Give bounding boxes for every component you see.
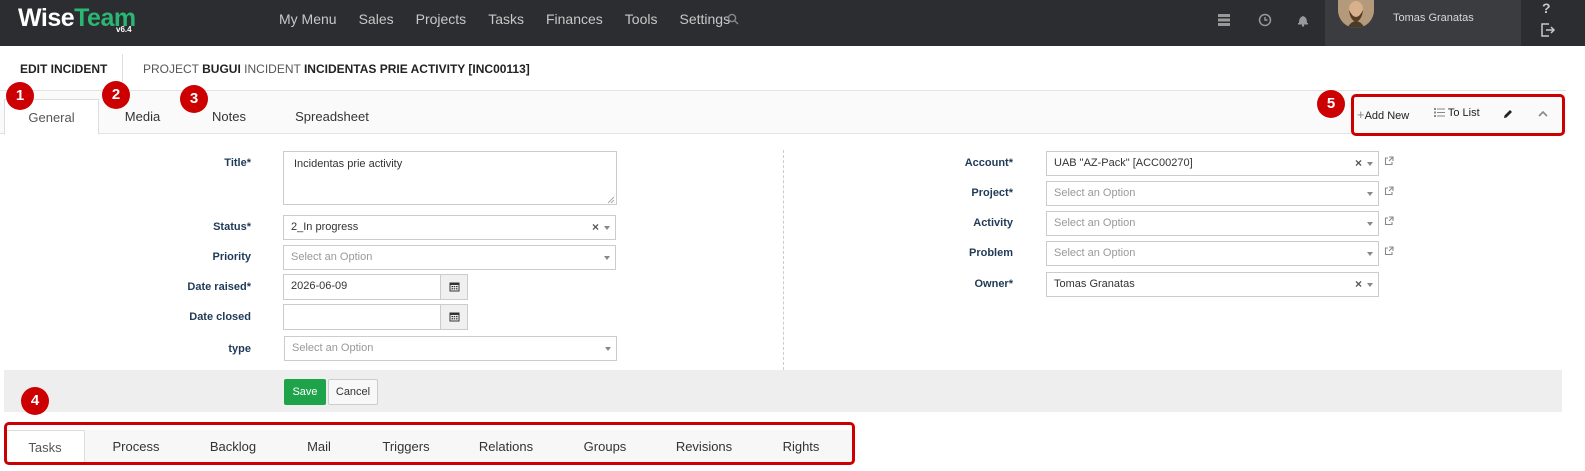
- date-raised-calendar-button[interactable]: [440, 274, 468, 300]
- date-closed-input[interactable]: [283, 304, 441, 330]
- date-raised-label: Date raised*: [187, 281, 251, 293]
- chevron-down-icon: [1367, 222, 1373, 226]
- logo-text-wise: Wise: [18, 4, 75, 32]
- activity-label: Activity: [973, 217, 1013, 229]
- open-external-icon[interactable]: [1384, 156, 1394, 166]
- chevron-down-icon: [1367, 283, 1373, 287]
- breadcrumb-incident-value: INCIDENTAS PRIE ACTIVITY [INC00113]: [303, 62, 530, 76]
- account-label: Account*: [964, 157, 1013, 169]
- activity-placeholder: Select an Option: [1054, 217, 1136, 229]
- clock-icon[interactable]: [1258, 13, 1272, 27]
- problem-label: Problem: [968, 247, 1013, 259]
- add-new-label: Add New: [1364, 110, 1410, 122]
- breadcrumb-incident-label: INCIDENT: [244, 62, 301, 76]
- owner-label: Owner*: [974, 278, 1013, 290]
- account-value: UAB "AZ-Pack" [ACC00270]: [1054, 157, 1193, 169]
- menu-tools[interactable]: Tools: [625, 11, 658, 27]
- title-textarea[interactable]: Incidentas prie activity: [283, 151, 617, 205]
- type-select[interactable]: Select an Option: [284, 336, 617, 361]
- breadcrumb-project-label: PROJECT: [143, 62, 199, 76]
- breadcrumb-project-value[interactable]: BUGUI: [202, 62, 241, 76]
- help-icon[interactable]: ?: [1542, 0, 1551, 16]
- column-divider: [783, 150, 784, 370]
- project-placeholder: Select an Option: [1054, 187, 1136, 199]
- chevron-down-icon: [1367, 162, 1373, 166]
- problem-select[interactable]: Select an Option: [1046, 241, 1379, 266]
- annotation-badge-3: 3: [180, 85, 208, 113]
- status-select[interactable]: 2_In progress ×: [283, 215, 616, 240]
- version-label: v6.4: [116, 25, 132, 34]
- annotation-badge-5: 5: [1317, 90, 1345, 118]
- calendar-icon: [449, 312, 460, 322]
- date-closed-calendar-button[interactable]: [440, 304, 468, 330]
- menu-my-menu[interactable]: My Menu: [279, 11, 337, 27]
- clear-icon[interactable]: ×: [1355, 273, 1362, 296]
- chevron-up-icon[interactable]: [1538, 110, 1548, 117]
- owner-value: Tomas Granatas: [1054, 278, 1135, 290]
- pencil-icon[interactable]: [1503, 109, 1513, 119]
- menu-settings[interactable]: Settings: [679, 11, 730, 27]
- owner-select[interactable]: Tomas Granatas ×: [1046, 272, 1379, 297]
- annotation-badge-1: 1: [6, 82, 34, 110]
- clear-icon[interactable]: ×: [592, 216, 599, 239]
- date-closed-label: Date closed: [189, 311, 251, 323]
- server-icon[interactable]: [1217, 13, 1231, 27]
- save-button[interactable]: Save: [284, 379, 326, 405]
- menu-projects[interactable]: Projects: [416, 11, 467, 27]
- chevron-down-icon: [1367, 252, 1373, 256]
- type-placeholder: Select an Option: [292, 342, 374, 354]
- annotation-badge-2: 2: [102, 81, 130, 109]
- top-navbar: WiseTeam v6.4 My Menu Sales Projects Tas…: [0, 0, 1585, 46]
- date-raised-input[interactable]: 2026-06-09: [283, 274, 441, 300]
- breadcrumb: PROJECT BUGUI INCIDENT INCIDENTAS PRIE A…: [143, 62, 530, 76]
- bell-icon[interactable]: [1296, 13, 1310, 27]
- priority-label: Priority: [212, 251, 251, 263]
- menu-tasks[interactable]: Tasks: [488, 11, 524, 27]
- menu-sales[interactable]: Sales: [359, 11, 394, 27]
- page-header: EDIT INCIDENT PROJECT BUGUI INCIDENT INC…: [0, 46, 1585, 90]
- status-label: Status*: [213, 221, 251, 233]
- clear-icon[interactable]: ×: [1355, 152, 1362, 175]
- open-external-icon[interactable]: [1384, 186, 1394, 196]
- tab-spreadsheet[interactable]: Spreadsheet: [284, 99, 380, 135]
- open-external-icon[interactable]: [1384, 216, 1394, 226]
- form-actions-bar: [4, 370, 1562, 412]
- cancel-button[interactable]: Cancel: [328, 379, 378, 405]
- project-label: Project*: [971, 187, 1013, 199]
- calendar-icon: [449, 282, 460, 292]
- chevron-down-icon: [1367, 192, 1373, 196]
- to-list-button[interactable]: To List: [1434, 107, 1480, 119]
- avatar: [1338, 0, 1374, 28]
- status-value: 2_In progress: [291, 221, 359, 233]
- chevron-down-icon: [604, 256, 610, 260]
- plus-icon: +: [1357, 107, 1365, 122]
- title-label: Title*: [224, 157, 251, 169]
- annotation-box-related-tabs: [4, 422, 855, 465]
- menu-finances[interactable]: Finances: [546, 11, 603, 27]
- logout-icon[interactable]: [1540, 22, 1556, 38]
- annotation-badge-4: 4: [21, 387, 49, 415]
- list-icon: [1434, 108, 1445, 117]
- user-menu[interactable]: Tomas Granatas: [1325, 0, 1521, 46]
- to-list-label: To List: [1447, 107, 1480, 119]
- page-title: EDIT INCIDENT: [20, 62, 108, 76]
- priority-placeholder: Select an Option: [291, 251, 373, 263]
- resize-handle-icon[interactable]: [607, 196, 615, 204]
- main-menu: My Menu Sales Projects Tasks Finances To…: [279, 11, 752, 27]
- chevron-down-icon: [605, 347, 611, 351]
- type-label: type: [228, 343, 251, 355]
- project-select[interactable]: Select an Option: [1046, 181, 1379, 206]
- header-divider: [122, 54, 123, 82]
- open-external-icon[interactable]: [1384, 246, 1394, 256]
- problem-placeholder: Select an Option: [1054, 247, 1136, 259]
- add-new-button[interactable]: +Add New: [1357, 107, 1409, 122]
- account-select[interactable]: UAB "AZ-Pack" [ACC00270] ×: [1046, 151, 1379, 176]
- search-icon[interactable]: [727, 13, 739, 25]
- chevron-down-icon: [604, 226, 610, 230]
- activity-select[interactable]: Select an Option: [1046, 211, 1379, 236]
- user-name: Tomas Granatas: [1393, 12, 1474, 24]
- priority-select[interactable]: Select an Option: [283, 245, 616, 270]
